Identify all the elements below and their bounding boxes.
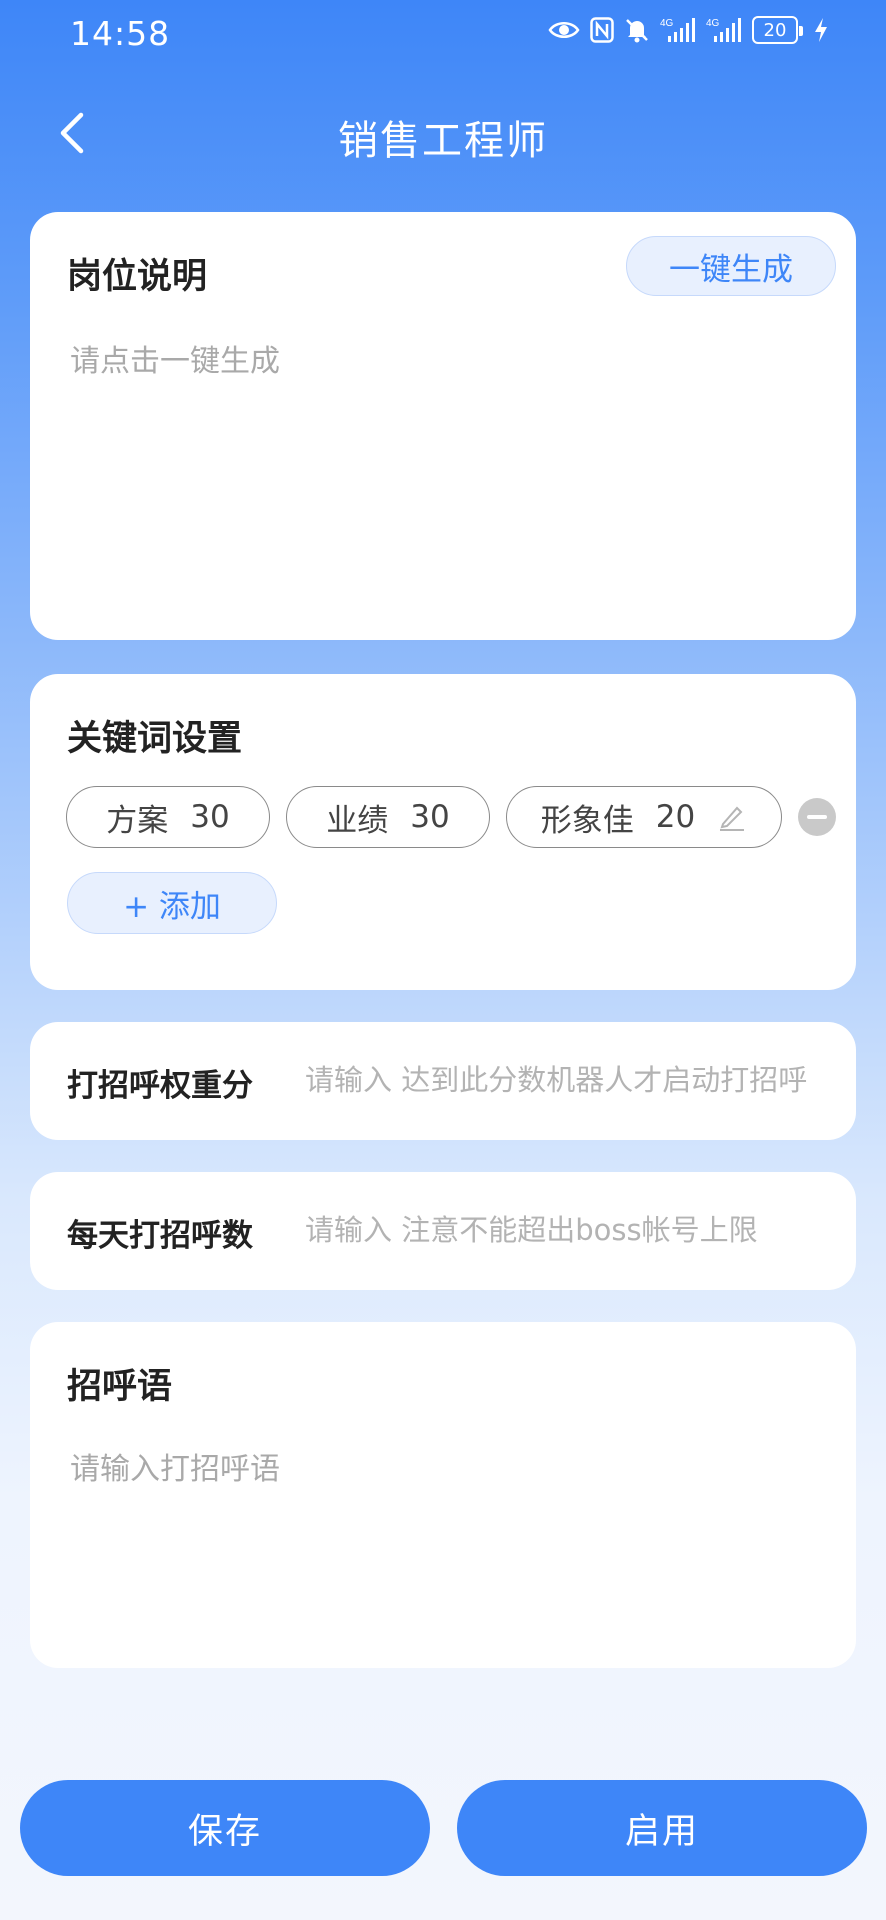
battery-icon: 20	[752, 16, 803, 44]
mute-bell-icon	[624, 17, 650, 43]
header: 销售工程师	[0, 90, 886, 176]
status-icons: 4G 4G 20	[548, 16, 828, 44]
signal-4g-label: 4G	[660, 18, 674, 29]
keyword-score: 30	[410, 799, 450, 835]
greeting-threshold-input[interactable]	[305, 1050, 835, 1110]
keyword-name: 形象佳	[540, 802, 634, 839]
greeting-threshold-label: 打招呼权重分	[67, 1068, 253, 1104]
save-button[interactable]: 保存	[20, 1780, 430, 1876]
greeting-threshold-card: 打招呼权重分	[30, 1022, 856, 1140]
pencil-icon[interactable]	[717, 802, 747, 832]
daily-greeting-count-label: 每天打招呼数	[67, 1218, 253, 1254]
greeting-card: 招呼语	[30, 1322, 856, 1668]
daily-greeting-count-input[interactable]	[305, 1200, 835, 1260]
one-click-generate-button[interactable]: 一键生成	[626, 236, 836, 296]
remove-keyword-button[interactable]	[798, 798, 836, 836]
keywords-card: 关键词设置 方案 30 业绩 30 形象佳 20 + 添加	[30, 674, 856, 990]
job-description-card: 岗位说明 一键生成	[30, 212, 856, 640]
nfc-icon	[590, 17, 614, 43]
keyword-chip[interactable]: 方案 30	[66, 786, 270, 848]
greeting-input[interactable]	[70, 1444, 810, 1644]
keyword-chip-editing[interactable]: 形象佳 20	[506, 786, 782, 848]
status-time: 14:58	[70, 14, 171, 53]
job-description-title: 岗位说明	[67, 257, 208, 297]
signal-4g-icon: 4G	[660, 16, 696, 44]
keyword-score: 30	[190, 799, 230, 835]
keyword-list: 方案 30 业绩 30 形象佳 20	[66, 786, 836, 848]
keyword-score: 20	[655, 799, 696, 835]
keyword-chip[interactable]: 业绩 30	[286, 786, 490, 848]
keyword-name: 业绩	[326, 802, 389, 839]
page-title: 销售工程师	[338, 118, 548, 164]
minus-icon	[807, 815, 827, 819]
signal-4g-icon-2: 4G	[706, 16, 742, 44]
keyword-name: 方案	[106, 802, 169, 839]
keywords-title: 关键词设置	[67, 719, 243, 759]
job-description-input[interactable]	[70, 336, 810, 606]
enable-button[interactable]: 启用	[457, 1780, 867, 1876]
charging-icon	[814, 17, 828, 43]
signal-4g-label-2: 4G	[706, 18, 720, 29]
add-keyword-button[interactable]: + 添加	[67, 872, 277, 934]
daily-greeting-count-card: 每天打招呼数	[30, 1172, 856, 1290]
eye-icon	[548, 19, 580, 41]
status-bar: 14:58 4G 4G 20	[0, 0, 886, 70]
greeting-title: 招呼语	[67, 1367, 173, 1407]
